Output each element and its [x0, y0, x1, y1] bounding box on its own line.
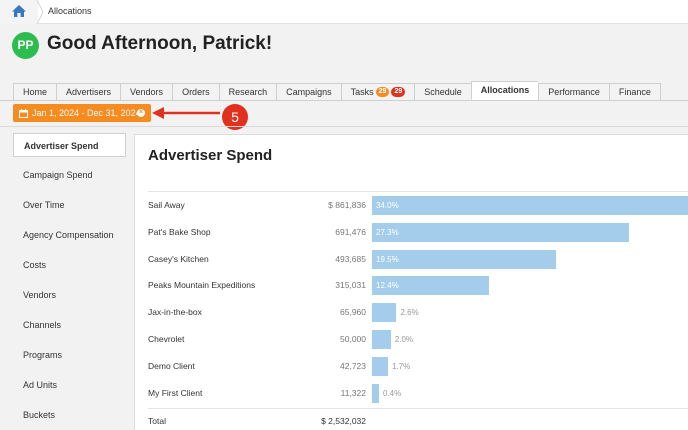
tab-home[interactable]: Home	[13, 83, 57, 101]
spend-bar	[372, 222, 629, 242]
tab-label: Vendors	[130, 86, 164, 97]
tasks-badge-red: 29	[391, 87, 406, 97]
report-sidebar: Advertiser Spend Campaign Spend Over Tim…	[13, 133, 126, 430]
spend-percent-label: 19.5%	[376, 254, 399, 264]
calendar-icon	[19, 109, 28, 118]
home-icon	[12, 5, 26, 17]
sidebar-item-ad-units[interactable]: Ad Units	[13, 373, 126, 403]
tab-label: Campaigns	[286, 86, 332, 97]
spend-row[interactable]: Casey's Kitchen 493,685 19.5%	[148, 247, 688, 274]
tab-label: Performance	[548, 86, 600, 97]
tab-orders[interactable]: Orders	[172, 83, 219, 101]
spend-bar	[372, 196, 688, 215]
spend-row[interactable]: My First Client 11,322 0.4%	[148, 381, 688, 408]
spend-amount: 65,960	[340, 307, 366, 318]
breadcrumb-separator-icon	[36, 0, 44, 24]
spend-row[interactable]: Peaks Mountain Expeditions 315,031 12.4%	[148, 273, 688, 300]
sidebar-item-programs[interactable]: Programs	[13, 343, 126, 373]
spend-percent-label: 0.4%	[383, 388, 402, 398]
spend-amount: 691,476	[335, 226, 366, 237]
spend-bar	[372, 249, 556, 269]
sidebar-item-advertiser-spend[interactable]: Advertiser Spend	[13, 133, 126, 157]
spend-row[interactable]: Demo Client 42,723 1.7%	[148, 354, 688, 381]
spend-bar	[372, 383, 379, 403]
tasks-badge-orange: 29	[375, 87, 390, 97]
advertiser-name: Sail Away	[148, 200, 185, 210]
breadcrumb: Allocations	[0, 0, 688, 24]
sidebar-item-costs[interactable]: Costs	[13, 253, 126, 283]
tab-vendors[interactable]: Vendors	[120, 83, 173, 101]
advertiser-name: Casey's Kitchen	[148, 253, 209, 264]
content-divider	[0, 126, 688, 127]
sidebar-item-agency-compensation[interactable]: Agency Compensation	[13, 223, 126, 253]
breadcrumb-current[interactable]: Allocations	[48, 6, 92, 16]
sidebar-item-buckets[interactable]: Buckets	[13, 403, 126, 430]
tab-label: Finance	[618, 86, 651, 97]
spend-percent-label: 34.0%	[376, 201, 399, 210]
tab-research[interactable]: Research	[218, 83, 277, 101]
spend-percent-label: 27.3%	[376, 227, 399, 237]
tab-campaigns[interactable]: Campaigns	[276, 83, 341, 101]
panel-title: Advertiser Spend	[148, 147, 273, 164]
tab-label: Orders	[182, 86, 210, 97]
sidebar-item-over-time[interactable]: Over Time	[13, 193, 126, 223]
annotation-arrow-icon	[152, 107, 220, 119]
spend-percent-label: 12.4%	[376, 281, 399, 291]
spend-row[interactable]: Jax-in-the-box 65,960 2.6%	[148, 300, 688, 327]
total-label: Total	[148, 416, 166, 426]
tab-label: Tasks	[350, 86, 374, 97]
spend-amount: 493,685	[335, 253, 366, 264]
spend-bar	[372, 303, 397, 323]
tab-allocations[interactable]: Allocations	[470, 81, 539, 100]
panel-divider	[148, 191, 688, 192]
total-row: Total $ 2,532,032	[148, 409, 688, 430]
spend-percent-label: 1.7%	[392, 361, 411, 371]
tab-finance[interactable]: Finance	[608, 83, 661, 101]
advertiser-name: Jax-in-the-box	[148, 307, 202, 318]
advertiser-name: Peaks Mountain Expeditions	[148, 280, 256, 291]
spend-row[interactable]: Sail Away $ 861,836 34.0%	[148, 193, 688, 220]
tab-tasks[interactable]: Tasks 29 29	[340, 83, 415, 101]
spend-row[interactable]: Chevrolet 50,000 2.0%	[148, 327, 688, 354]
tab-label: Home	[23, 86, 48, 97]
advertiser-spend-panel: Advertiser Spend Sail Away $ 861,836 34.0%…	[134, 134, 688, 430]
tab-label: Allocations	[480, 85, 530, 95]
sidebar-item-vendors[interactable]: Vendors	[13, 283, 126, 313]
avatar[interactable]: PP	[12, 32, 39, 59]
tab-label: Research	[228, 86, 268, 97]
spend-amount: 315,031	[335, 280, 366, 291]
main-tabs: Home Advertisers Vendors Orders Research…	[13, 81, 661, 101]
spend-amount: 11,322	[340, 387, 366, 398]
spend-amount: 42,723	[340, 360, 366, 371]
spend-row[interactable]: Pat's Bake Shop 691,476 27.3%	[148, 220, 688, 247]
spend-bar	[372, 330, 391, 349]
spend-percent-label: 2.0%	[394, 335, 414, 344]
total-amount: $ 2,532,032	[321, 416, 366, 426]
spend-amount: 50,000	[340, 334, 366, 344]
tab-schedule[interactable]: Schedule	[414, 83, 471, 101]
sidebar-item-channels[interactable]: Channels	[13, 313, 126, 343]
date-range-button[interactable]: Jan 1, 2024 - Dec 31, 2024 ×	[13, 104, 151, 122]
advertiser-name: My First Client	[148, 387, 203, 398]
page-title: Good Afternoon, Patrick!	[47, 33, 273, 54]
clear-date-icon[interactable]: ×	[137, 109, 145, 117]
advertiser-name: Chevrolet	[148, 334, 185, 344]
home-button[interactable]	[0, 0, 38, 24]
spend-amount: $ 861,836	[328, 200, 366, 210]
spend-bar	[372, 356, 388, 376]
tab-label: Schedule	[424, 86, 462, 97]
advertiser-name: Pat's Bake Shop	[148, 226, 211, 237]
tab-advertisers[interactable]: Advertisers	[56, 83, 121, 101]
tab-performance[interactable]: Performance	[538, 83, 609, 101]
date-range-label: Jan 1, 2024 - Dec 31, 2024	[32, 108, 141, 118]
advertiser-name: Demo Client	[148, 360, 195, 371]
tab-label: Advertisers	[66, 86, 112, 97]
spend-percent-label: 2.6%	[400, 308, 419, 318]
sidebar-item-campaign-spend[interactable]: Campaign Spend	[13, 163, 126, 193]
